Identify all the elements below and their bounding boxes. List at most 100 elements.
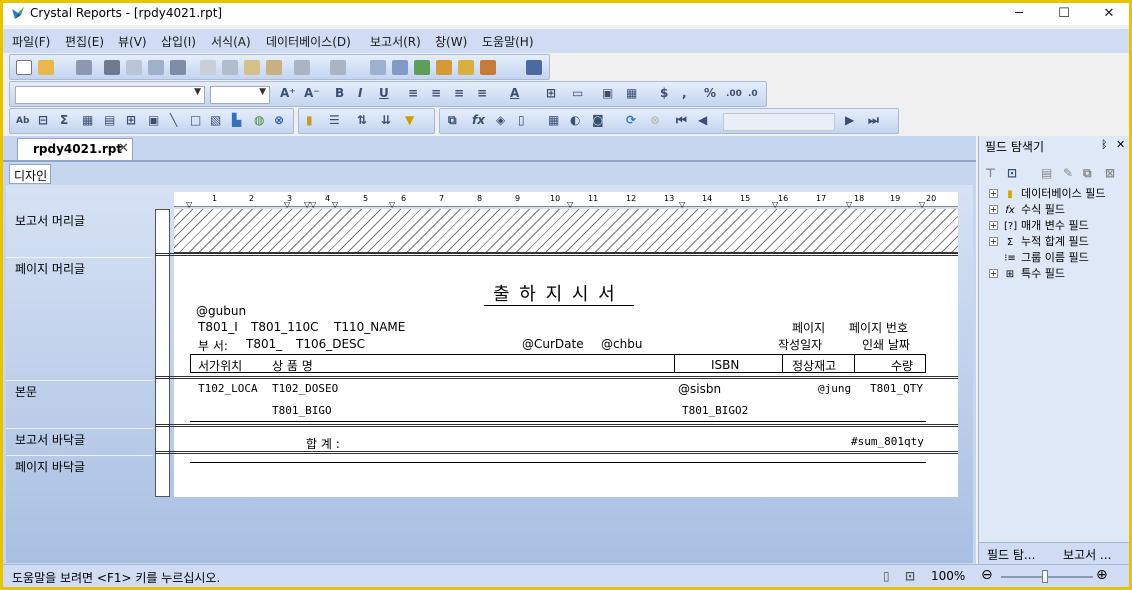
select-expert-icon[interactable]: [414, 60, 430, 75]
fit-page-icon[interactable]: ⊡: [905, 569, 915, 583]
filter-icon[interactable]: ▼: [405, 113, 414, 127]
field-t801-i[interactable]: T801_I: [198, 320, 238, 334]
grid-icon[interactable]: ▦: [548, 113, 559, 127]
field-t801-110c[interactable]: T801_110C: [251, 320, 319, 334]
preview-icon[interactable]: [148, 60, 164, 75]
page-number-box[interactable]: [723, 113, 835, 131]
open-folder-icon[interactable]: [38, 60, 54, 75]
header-isbn[interactable]: ISBN: [711, 358, 739, 372]
highlight-expert-icon[interactable]: [458, 60, 474, 75]
section-separator[interactable]: [155, 451, 958, 454]
italic-icon[interactable]: I: [358, 86, 362, 100]
field-t801[interactable]: T801_: [246, 337, 282, 351]
browse-icon[interactable]: ⊡: [1007, 166, 1017, 180]
increase-font-icon[interactable]: A⁺: [280, 86, 296, 100]
tab-rpdy4021[interactable]: rpdy4021.rpt ✕: [17, 138, 133, 160]
chbu-field[interactable]: @chbu: [601, 337, 642, 351]
edit-field-icon[interactable]: ✎: [1063, 166, 1073, 180]
guide-marker[interactable]: ▽: [679, 200, 685, 209]
jung-field[interactable]: @jung: [818, 382, 851, 395]
tab-report-explorer[interactable]: 보고서 ...: [1063, 546, 1111, 563]
delete-field-icon[interactable]: ⊠: [1105, 166, 1115, 180]
expand-icon[interactable]: +: [989, 189, 998, 198]
align-right-icon[interactable]: ≡: [454, 86, 464, 100]
expand-icon[interactable]: +: [989, 269, 998, 278]
tree-item-group-name-fields[interactable]: ⁝≡ 그룹 이름 필드: [1004, 249, 1089, 265]
font-size-combo[interactable]: ▼: [210, 86, 270, 104]
tree-item-running-total-fields[interactable]: + Σ 누적 합계 필드: [989, 233, 1089, 249]
next-page-icon[interactable]: ▶: [845, 113, 854, 127]
section-page-footer[interactable]: 페이지 바닥글: [15, 458, 85, 475]
close-button[interactable]: ✕: [1086, 3, 1129, 25]
guide-marker[interactable]: ▽: [567, 200, 573, 209]
print-preview-icon[interactable]: [126, 60, 142, 75]
increase-decimal-icon[interactable]: .00: [726, 89, 742, 99]
field-t106-desc[interactable]: T106_DESC: [296, 337, 365, 351]
dependency-icon[interactable]: ▯: [518, 113, 525, 127]
header-qty[interactable]: 수량: [891, 357, 913, 374]
lock-size-icon[interactable]: ▦: [626, 86, 637, 100]
tree-item-formula-fields[interactable]: + fx 수식 필드: [989, 201, 1065, 217]
field-t801-qty[interactable]: T801_QTY: [870, 382, 923, 395]
field-explorer-icon[interactable]: ⧉: [448, 113, 457, 128]
header-product-name[interactable]: 상 품 명: [272, 357, 313, 374]
date-label[interactable]: 작성일자: [778, 336, 822, 353]
report-title[interactable]: 출 하 지 시 서: [493, 280, 617, 306]
guide-marker[interactable]: ▽: [919, 200, 925, 209]
redo-icon[interactable]: [330, 60, 346, 75]
undo-icon[interactable]: [294, 60, 310, 75]
field-t801-bigo2[interactable]: T801_BIGO2: [682, 404, 748, 417]
save-icon[interactable]: [76, 60, 92, 75]
guide-marker[interactable]: ▽: [332, 200, 338, 209]
zoom-out-icon[interactable]: ⊖: [981, 567, 993, 583]
box-icon[interactable]: □: [190, 113, 201, 127]
export-icon[interactable]: [170, 60, 186, 75]
text-object-icon[interactable]: Ab: [16, 116, 29, 126]
cut-icon[interactable]: [200, 60, 216, 75]
expand-icon[interactable]: +: [989, 205, 998, 214]
bold-icon[interactable]: B: [335, 86, 344, 100]
section-page-header[interactable]: 페이지 머리글: [15, 260, 85, 277]
guide-marker[interactable]: ▽▽: [304, 200, 316, 209]
chart-icon[interactable]: ▙: [232, 113, 241, 127]
menu-view[interactable]: 뷰(V): [118, 33, 147, 50]
field-t110-name[interactable]: T110_NAME: [334, 320, 405, 334]
guide-marker[interactable]: ▽: [389, 200, 395, 209]
group-insert-icon[interactable]: ⊟: [38, 113, 48, 127]
new-icon[interactable]: [16, 60, 32, 75]
field-t102-doseo[interactable]: T102_DOSEO: [272, 382, 338, 395]
report-section-icon[interactable]: [370, 60, 386, 75]
section-report-footer[interactable]: 보고서 바닥글: [15, 431, 85, 448]
first-page-icon[interactable]: ⏮: [676, 113, 687, 128]
subreport-icon[interactable]: ⊞: [126, 113, 136, 127]
new-field-icon[interactable]: ▤: [1041, 166, 1052, 180]
database-field-icon[interactable]: ▮: [306, 113, 313, 127]
justify-icon[interactable]: ≡: [477, 86, 487, 100]
print-date-field[interactable]: 인쇄 날짜: [862, 336, 910, 353]
dept-label[interactable]: 부 서:: [198, 337, 228, 354]
font-combo[interactable]: ▼: [15, 86, 205, 104]
sort-icon[interactable]: ⇅: [357, 113, 367, 127]
pin-icon[interactable]: ᛒ: [1101, 138, 1108, 151]
section-report-header[interactable]: 보고서 머리글: [15, 212, 85, 229]
font-color-icon[interactable]: A: [510, 86, 519, 100]
menu-edit[interactable]: 편집(E): [65, 33, 104, 50]
group-expert-icon[interactable]: [436, 60, 452, 75]
template-expert-icon[interactable]: [480, 60, 496, 75]
olap-grid-icon[interactable]: ▤: [104, 113, 115, 127]
locate-icon[interactable]: ◙: [592, 113, 604, 127]
page-label[interactable]: 페이지: [792, 319, 825, 336]
align-center-icon[interactable]: ≡: [431, 86, 441, 100]
repository-icon[interactable]: ◈: [496, 113, 505, 127]
section-separator[interactable]: [155, 253, 958, 256]
total-label[interactable]: 합 계 :: [306, 435, 340, 452]
close-panel-icon[interactable]: ✕: [1116, 138, 1125, 151]
menu-report[interactable]: 보고서(R): [370, 33, 421, 50]
image-icon[interactable]: ▧: [210, 113, 221, 127]
decrease-decimal-icon[interactable]: .0: [748, 89, 758, 99]
sisbn-field[interactable]: @sisbn: [678, 382, 721, 396]
minimize-button[interactable]: ─: [996, 3, 1042, 25]
tree-item-parameter-fields[interactable]: + [?] 매개 변수 필드: [989, 217, 1089, 233]
summary-icon[interactable]: Σ: [60, 113, 68, 127]
guide-marker[interactable]: ▽: [846, 200, 852, 209]
